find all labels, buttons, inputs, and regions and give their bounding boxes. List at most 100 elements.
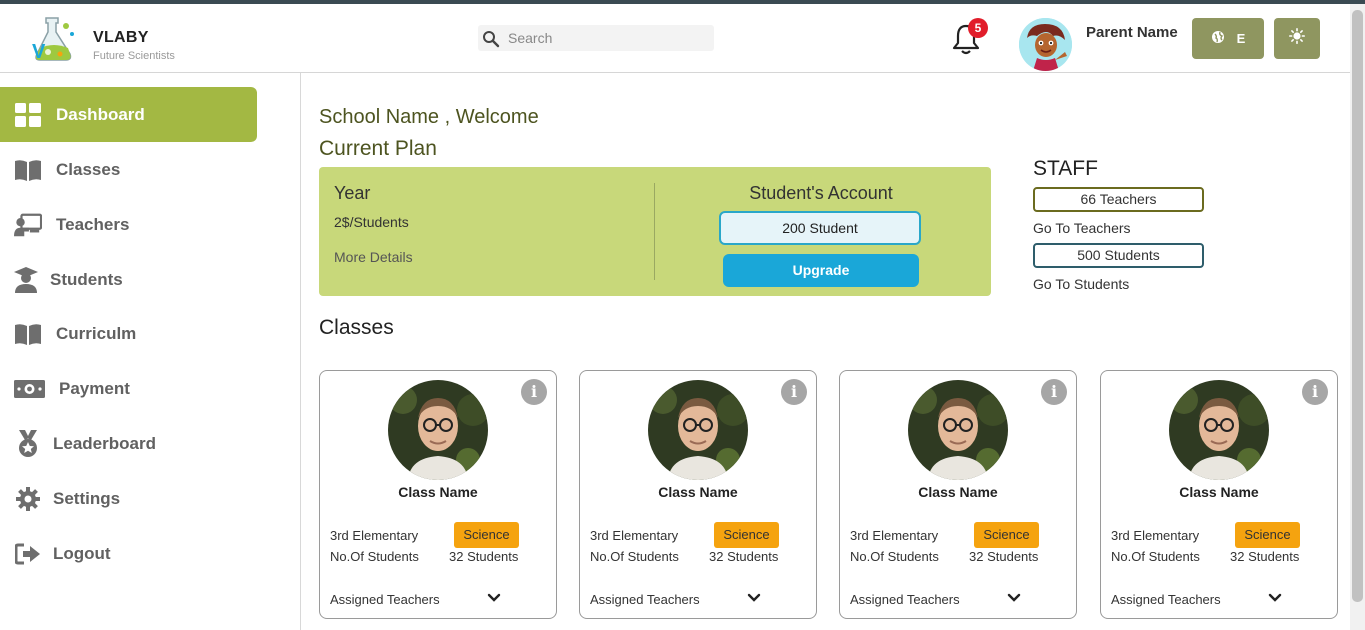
- assigned-teachers-label: Assigned Teachers: [850, 592, 960, 607]
- class-grade: 3rd Elementary: [850, 528, 939, 543]
- grid-icon: [14, 102, 42, 128]
- students-label: No.Of Students: [590, 549, 679, 564]
- class-card[interactable]: i Class Name 3rd Elementary Science No.O…: [1100, 370, 1338, 619]
- chevron-down-icon[interactable]: [1267, 590, 1283, 606]
- sidebar-item-payment[interactable]: Payment: [0, 361, 257, 416]
- subject-badge: Science: [974, 522, 1039, 548]
- class-name: Class Name: [398, 484, 478, 500]
- subject-badge: Science: [1235, 522, 1300, 548]
- gear-icon: [14, 486, 42, 512]
- class-name: Class Name: [918, 484, 998, 500]
- sidebar-item-label: Logout: [53, 543, 111, 563]
- plan-card: Year 2$/Students More Details Student's …: [319, 167, 991, 296]
- class-grade: 3rd Elementary: [330, 528, 419, 543]
- brand-name: VLABY: [93, 29, 149, 46]
- svg-text:V: V: [32, 41, 46, 63]
- current-plan-heading: Current Plan: [319, 137, 437, 160]
- students-value: 32 Students: [969, 549, 1039, 564]
- sidebar-item-logout[interactable]: Logout: [0, 526, 257, 581]
- page-scrollbar-thumb[interactable]: [1352, 10, 1363, 602]
- sidebar-item-label: Classes: [56, 159, 121, 179]
- vlaby-logo[interactable]: V: [28, 14, 80, 64]
- sidebar-item-leaderboard[interactable]: Leaderboard: [0, 416, 257, 471]
- more-details-link[interactable]: More Details: [334, 249, 413, 265]
- students-label: No.Of Students: [850, 549, 939, 564]
- info-icon[interactable]: i: [1041, 379, 1067, 405]
- students-label: No.Of Students: [330, 549, 419, 564]
- class-name: Class Name: [1179, 484, 1259, 500]
- class-card[interactable]: i Class Name 3rd Elementary Science No.O…: [839, 370, 1077, 619]
- sidebar-item-label: Teachers: [56, 214, 130, 234]
- sidebar-item-label: Payment: [59, 378, 130, 398]
- language-button[interactable]: E: [1192, 18, 1264, 59]
- plan-price: 2$/Students: [334, 214, 409, 230]
- user-name: Parent Name: [1086, 24, 1178, 41]
- chevron-down-icon[interactable]: [1006, 590, 1022, 606]
- class-card[interactable]: i Class Name 3rd Elementary Science No.O…: [579, 370, 817, 619]
- info-icon[interactable]: i: [521, 379, 547, 405]
- globe-icon: [1211, 30, 1225, 47]
- students-value: 32 Students: [449, 549, 519, 564]
- class-grade: 3rd Elementary: [590, 528, 679, 543]
- sidebar-item-settings[interactable]: Settings: [0, 471, 257, 526]
- sidebar-item-label: Students: [50, 269, 123, 289]
- plan-period: Year: [334, 183, 371, 203]
- chevron-down-icon[interactable]: [486, 590, 502, 606]
- sun-icon: [1289, 28, 1305, 49]
- chevron-down-icon[interactable]: [746, 590, 762, 606]
- brand-tagline: Future Scientists: [93, 50, 175, 62]
- class-photo: [648, 380, 748, 480]
- teachers-count-pill: 66 Teachers: [1033, 187, 1204, 212]
- assigned-teachers-label: Assigned Teachers: [590, 592, 700, 607]
- search-input[interactable]: [508, 28, 708, 48]
- class-grade: 3rd Elementary: [1111, 528, 1200, 543]
- sidebar-item-label: Leaderboard: [53, 433, 156, 453]
- money-icon: [14, 376, 45, 402]
- sidebar-item-students[interactable]: Students: [0, 252, 257, 307]
- students-account-count: 200 Student: [719, 211, 921, 245]
- class-photo: [1169, 380, 1269, 480]
- sidebar-item-teachers[interactable]: Teachers: [0, 197, 257, 252]
- top-header: V VLABY Future Scientists 5 Parent Name: [0, 4, 1350, 73]
- class-photo: [908, 380, 1008, 480]
- sidebar-item-label: Curriculm: [56, 323, 137, 343]
- student-icon: [12, 266, 40, 293]
- sidebar-item-label: Settings: [53, 488, 121, 508]
- search-box[interactable]: [478, 25, 714, 51]
- students-value: 32 Students: [1230, 549, 1300, 564]
- subject-badge: Science: [454, 522, 519, 548]
- plan-divider: [654, 183, 655, 280]
- info-icon[interactable]: i: [781, 379, 807, 405]
- welcome-heading: School Name , Welcome: [319, 106, 539, 128]
- logout-icon: [14, 541, 42, 567]
- medal-icon: [14, 429, 42, 457]
- sidebar-item-label: Dashboard: [56, 104, 145, 124]
- assigned-teachers-label: Assigned Teachers: [1111, 592, 1221, 607]
- info-icon[interactable]: i: [1302, 379, 1328, 405]
- assigned-teachers-label: Assigned Teachers: [330, 592, 440, 607]
- sidebar: Dashboard Classes Teachers Students Curr…: [0, 73, 301, 630]
- students-label: No.Of Students: [1111, 549, 1200, 564]
- subject-badge: Science: [714, 522, 779, 548]
- go-to-students-link[interactable]: Go To Students: [1033, 276, 1129, 292]
- language-label: E: [1236, 31, 1246, 46]
- students-account-title: Student's Account: [749, 183, 893, 203]
- sidebar-item-dashboard[interactable]: Dashboard: [0, 87, 257, 142]
- theme-toggle-button[interactable]: [1274, 18, 1320, 59]
- open-book-icon: [14, 321, 42, 347]
- class-name: Class Name: [658, 484, 738, 500]
- students-value: 32 Students: [709, 549, 779, 564]
- sidebar-item-classes[interactable]: Classes: [0, 142, 257, 197]
- go-to-teachers-link[interactable]: Go To Teachers: [1033, 220, 1131, 236]
- students-count-pill: 500 Students: [1033, 243, 1204, 268]
- class-card[interactable]: i Class Name 3rd Elementary Science No.O…: [319, 370, 557, 619]
- upgrade-button[interactable]: Upgrade: [723, 254, 919, 287]
- user-avatar[interactable]: [1019, 18, 1072, 71]
- sidebar-item-curriculum[interactable]: Curriculm: [0, 306, 257, 361]
- teacher-icon: [14, 212, 42, 238]
- staff-heading: STAFF: [1033, 157, 1098, 180]
- classes-heading: Classes: [319, 316, 394, 339]
- class-photo: [388, 380, 488, 480]
- search-icon: [482, 30, 500, 53]
- notification-count-badge: 5: [968, 18, 988, 38]
